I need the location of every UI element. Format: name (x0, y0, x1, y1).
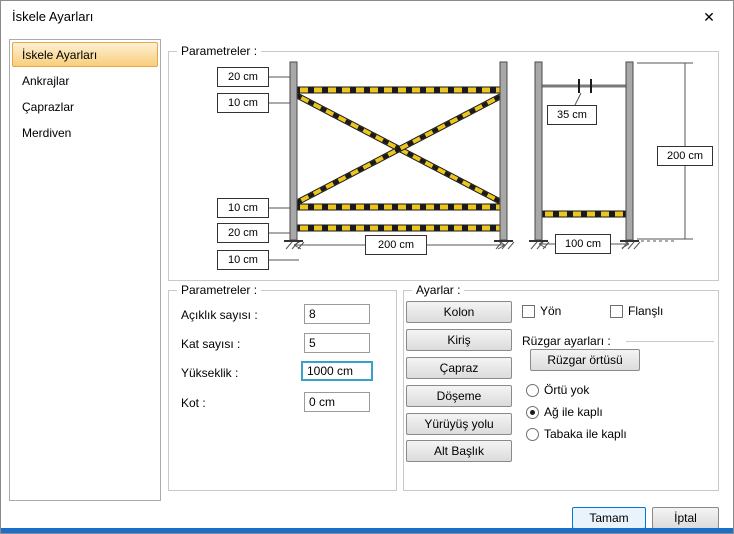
capraz-button[interactable]: Çapraz (406, 357, 512, 379)
alt-baslik-button[interactable]: Alt Başlık (406, 440, 512, 462)
dim-label-height-200cm: 200 cm (657, 146, 713, 166)
settings-group-label: Ayarlar : (412, 283, 465, 297)
radio-ag-ile-kapli-label: Ağ ile kaplı (544, 405, 603, 419)
flansli-checkbox[interactable]: Flanşlı (610, 304, 663, 318)
dim-label-span-200cm: 200 cm (365, 235, 427, 255)
sidebar-item-caprazlar[interactable]: Çaprazlar (12, 94, 158, 119)
wind-settings-label: Rüzgar ayarları : (522, 334, 611, 348)
span-count-label: Açıklık sayısı : (181, 308, 258, 322)
window-title: İskele Ayarları (12, 9, 94, 24)
radio-ag-ile-kapli[interactable]: Ağ ile kaplı (526, 405, 603, 419)
radio-ortu-yok-label: Örtü yok (544, 383, 590, 397)
kolon-button[interactable]: Kolon (406, 301, 512, 323)
ok-button[interactable]: Tamam (572, 507, 646, 529)
dim-label-20cm-bottom: 20 cm (217, 223, 269, 243)
dim-label-10cm-mid: 10 cm (217, 198, 269, 218)
floor-count-label: Kat sayısı : (181, 337, 241, 351)
sidebar-item-ankrajlar[interactable]: Ankrajlar (12, 68, 158, 93)
dim-label-20cm-top: 20 cm (217, 67, 269, 87)
radio-tabaka-ile-kapli-label: Tabaka ile kaplı (544, 427, 627, 441)
radio-ortu-yok-circle[interactable] (526, 383, 539, 397)
sidebar-item-label: Çaprazlar (22, 100, 75, 114)
radio-ag-ile-kapli-circle[interactable] (526, 405, 539, 419)
ruzgar-ortusu-button[interactable]: Rüzgar örtüsü (530, 349, 640, 371)
doseme-button[interactable]: Döşeme (406, 385, 512, 407)
sidebar-item-label: Merdiven (22, 126, 72, 140)
sidebar-item-label: İskele Ayarları (22, 48, 98, 62)
elevation-label: Kot : (181, 396, 206, 410)
title-bar: İskele Ayarları ✕ (1, 1, 733, 31)
diagram-group: Parametreler : 20 cm 10 cm 10 cm 20 cm 1… (168, 44, 719, 281)
yon-checkbox-label: Yön (540, 304, 562, 318)
radio-ortu-yok[interactable]: Örtü yok (526, 383, 589, 397)
cancel-button[interactable]: İptal (652, 507, 719, 529)
radio-tabaka-ile-kapli-circle[interactable] (526, 427, 539, 441)
bottom-accent-bar (1, 528, 733, 533)
yon-checkbox[interactable]: Yön (522, 304, 561, 318)
settings-group: Ayarlar : Kolon Kiriş Çapraz Döşeme Yürü… (403, 283, 719, 491)
dim-label-width-100cm: 100 cm (555, 234, 611, 254)
yon-checkbox-box[interactable] (522, 304, 535, 318)
height-label: Yükseklik : (181, 366, 239, 380)
height-input[interactable] (301, 361, 373, 381)
dim-label-35cm: 35 cm (547, 105, 597, 125)
flansli-checkbox-box[interactable] (610, 304, 623, 318)
radio-tabaka-ile-kapli[interactable]: Tabaka ile kaplı (526, 427, 627, 441)
parameters-group-label: Parametreler : (177, 283, 262, 297)
kiris-button[interactable]: Kiriş (406, 329, 512, 351)
dim-label-10cm-bottom: 10 cm (217, 250, 269, 270)
elevation-input[interactable] (304, 392, 370, 412)
dim-label-10cm-top: 10 cm (217, 93, 269, 113)
sidebar-item-iskele-ayarlari[interactable]: İskele Ayarları (12, 42, 158, 67)
floor-count-input[interactable] (304, 333, 370, 353)
sidebar-item-merdiven[interactable]: Merdiven (12, 120, 158, 145)
category-list: İskele Ayarları Ankrajlar Çaprazlar Merd… (9, 39, 161, 501)
yuruyus-yolu-button[interactable]: Yürüyüş yolu (406, 413, 512, 435)
scaffold-settings-dialog: İskele Ayarları ✕ İskele Ayarları Ankraj… (0, 0, 734, 534)
flansli-checkbox-label: Flanşlı (628, 304, 664, 318)
close-icon[interactable]: ✕ (699, 7, 719, 27)
span-count-input[interactable] (304, 304, 370, 324)
sidebar-item-label: Ankrajlar (22, 74, 70, 88)
wind-settings-separator (626, 341, 714, 342)
parameters-group: Parametreler : Açıklık sayısı : Kat sayı… (168, 283, 397, 491)
